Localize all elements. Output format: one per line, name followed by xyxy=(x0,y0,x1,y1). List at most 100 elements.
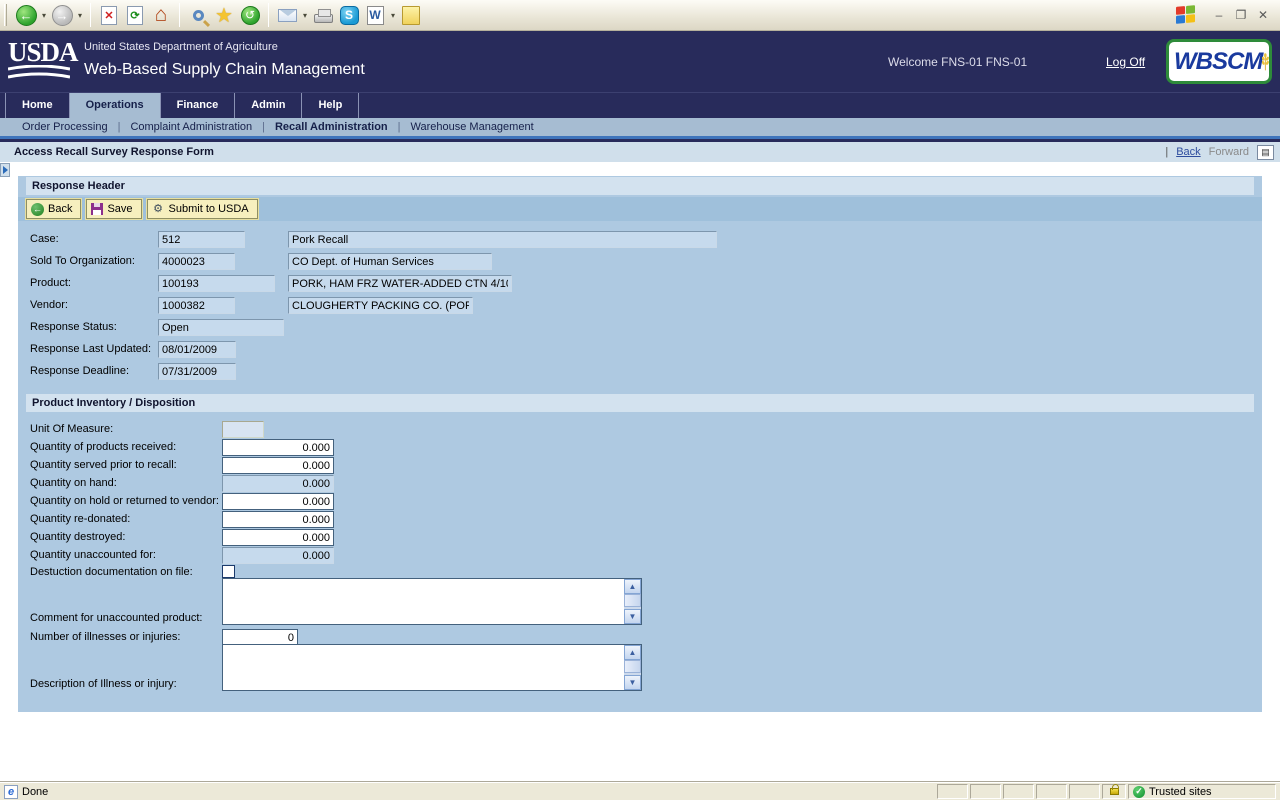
tab-help[interactable]: Help xyxy=(302,93,359,119)
edit-dropdown-icon[interactable]: ▾ xyxy=(388,11,398,20)
sold-to-name-field[interactable] xyxy=(288,253,492,270)
history-icon: ↺ xyxy=(241,6,260,25)
back-arrow-icon: ← xyxy=(31,203,44,216)
scroll-thumb[interactable] xyxy=(624,660,641,673)
field-row-qty-destroyed: Quantity destroyed: xyxy=(18,529,1262,547)
illness-desc-textarea[interactable] xyxy=(223,645,624,690)
wheat-icon xyxy=(1262,42,1269,82)
scroll-up-icon[interactable]: ▲ xyxy=(624,645,641,660)
qty-served-field[interactable] xyxy=(222,457,334,474)
qty-on-hold-field[interactable] xyxy=(222,493,334,510)
collapse-panel-arrow[interactable] xyxy=(0,163,10,177)
subnav-recall-administration[interactable]: Recall Administration xyxy=(265,121,398,133)
subnav-warehouse-management[interactable]: Warehouse Management xyxy=(401,121,544,133)
vendor-name-field[interactable] xyxy=(288,297,473,314)
uom-field[interactable] xyxy=(222,421,264,438)
close-button[interactable]: ✕ xyxy=(1254,7,1272,23)
field-row-sold-to: Sold To Organization: xyxy=(18,253,1262,271)
product-label: Product: xyxy=(30,277,71,289)
page-title: Access Recall Survey Response Form xyxy=(0,146,214,158)
tab-finance[interactable]: Finance xyxy=(161,93,236,119)
minimize-button[interactable]: – xyxy=(1210,7,1228,23)
scroll-up-icon[interactable]: ▲ xyxy=(624,579,641,594)
history-button[interactable]: ↺ xyxy=(237,2,263,28)
last-updated-field[interactable] xyxy=(158,341,236,358)
qty-redonated-field[interactable] xyxy=(222,511,334,528)
response-status-field[interactable] xyxy=(158,319,284,336)
refresh-button[interactable]: ⟳ xyxy=(122,2,148,28)
stop-icon: ✕ xyxy=(101,6,117,25)
qty-destroyed-field[interactable] xyxy=(222,529,334,546)
page-forward-link: Forward xyxy=(1209,146,1249,158)
field-row-deadline: Response Deadline: xyxy=(18,363,1262,381)
deadline-field[interactable] xyxy=(158,363,236,380)
usda-banner: USDA United States Department of Agricul… xyxy=(0,31,1280,92)
field-row-vendor: Vendor: xyxy=(18,297,1262,315)
search-button[interactable] xyxy=(185,2,211,28)
form-back-button[interactable]: ← Back xyxy=(26,199,81,219)
agency-name: United States Department of Agriculture xyxy=(84,41,278,53)
scroll-down-icon[interactable]: ▼ xyxy=(624,609,641,624)
page-options-button[interactable]: ▤ xyxy=(1257,145,1274,160)
messenger-button[interactable]: S xyxy=(336,2,362,28)
product-name-field[interactable] xyxy=(288,275,512,292)
print-button[interactable] xyxy=(310,2,336,28)
section-product-inventory: Product Inventory / Disposition xyxy=(26,394,1254,412)
status-text: Done xyxy=(22,786,48,798)
favorites-star-icon: ★ xyxy=(215,3,233,28)
subnav-complaint-administration[interactable]: Complaint Administration xyxy=(120,121,262,133)
comment-textarea[interactable] xyxy=(223,579,624,624)
case-number-field[interactable] xyxy=(158,231,245,248)
edit-word-button[interactable]: W xyxy=(362,2,388,28)
field-row-last-updated: Response Last Updated: xyxy=(18,341,1262,359)
scroll-thumb[interactable] xyxy=(624,594,641,607)
illness-desc-label: Description of Illness or injury: xyxy=(30,678,177,690)
product-code-field[interactable] xyxy=(158,275,275,292)
tab-operations[interactable]: Operations xyxy=(70,93,161,119)
logoff-link[interactable]: Log Off xyxy=(1106,55,1145,69)
comment-textarea-wrap: ▲ ▼ xyxy=(222,578,642,625)
status-panel xyxy=(937,784,968,799)
home-button[interactable]: ⌂ xyxy=(148,2,174,28)
qty-redonated-label: Quantity re-donated: xyxy=(30,513,130,525)
usda-swoosh xyxy=(8,65,70,81)
submit-to-usda-button[interactable]: ⚙ Submit to USDA xyxy=(147,199,258,219)
illness-count-label: Number of illnesses or injuries: xyxy=(30,631,180,643)
tab-home[interactable]: Home xyxy=(5,93,70,119)
save-button[interactable]: Save xyxy=(86,199,141,219)
toolbar-grip[interactable] xyxy=(4,4,7,26)
status-panel xyxy=(1036,784,1067,799)
forward-dropdown-icon[interactable]: ▾ xyxy=(75,11,85,20)
ie-page-icon: e xyxy=(4,785,18,799)
destruction-doc-checkbox[interactable] xyxy=(222,565,235,578)
security-lock-panel xyxy=(1102,784,1126,799)
mail-button[interactable] xyxy=(274,2,300,28)
status-bar: e Done ✓ Trusted sites xyxy=(0,782,1280,800)
browser-toolbar: ← ▾ → ▾ ✕ ⟳ ⌂ ★ ↺ ▾ S W ▾ – ❐ ✕ xyxy=(0,0,1280,31)
qty-destroyed-label: Quantity destroyed: xyxy=(30,531,125,543)
browser-back-button[interactable]: ← xyxy=(13,2,39,28)
favorites-button[interactable]: ★ xyxy=(211,2,237,28)
qty-on-hand-field[interactable] xyxy=(222,475,334,492)
tab-admin[interactable]: Admin xyxy=(235,93,302,119)
scroll-down-icon[interactable]: ▼ xyxy=(624,675,641,690)
stop-button[interactable]: ✕ xyxy=(96,2,122,28)
back-dropdown-icon[interactable]: ▾ xyxy=(39,11,49,20)
deadline-label: Response Deadline: xyxy=(30,365,129,377)
mail-dropdown-icon[interactable]: ▾ xyxy=(300,11,310,20)
restore-button[interactable]: ❐ xyxy=(1232,7,1250,23)
sold-to-code-field[interactable] xyxy=(158,253,235,270)
page-back-link[interactable]: Back xyxy=(1176,146,1200,158)
uom-label: Unit Of Measure: xyxy=(30,423,113,435)
subnav-order-processing[interactable]: Order Processing xyxy=(12,121,118,133)
case-description-field[interactable] xyxy=(288,231,717,248)
print-icon xyxy=(314,14,333,23)
vendor-code-field[interactable] xyxy=(158,297,235,314)
research-button[interactable] xyxy=(398,2,424,28)
field-row-case: Case: xyxy=(18,231,1262,249)
qty-unaccounted-field[interactable] xyxy=(222,547,334,564)
field-row-qty-on-hold: Quantity on hold or returned to vendor: xyxy=(18,493,1262,511)
field-row-comment: Comment for unaccounted product: ▲ ▼ xyxy=(18,578,1262,627)
qty-received-field[interactable] xyxy=(222,439,334,456)
browser-forward-button[interactable]: → xyxy=(49,2,75,28)
